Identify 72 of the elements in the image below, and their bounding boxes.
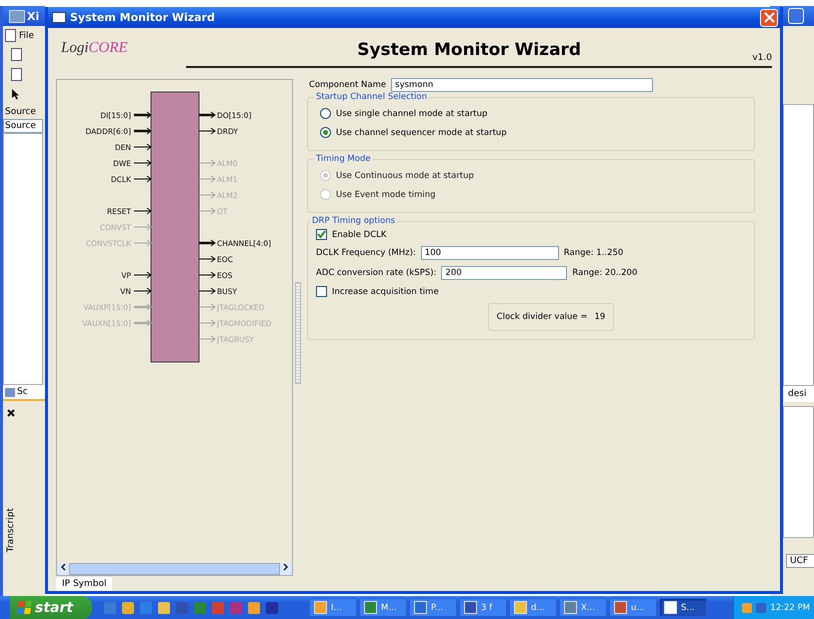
program-icon (464, 601, 477, 614)
design-tab[interactable]: desi (784, 386, 814, 402)
tray-icon[interactable] (742, 602, 752, 612)
sources-tab[interactable]: Sc (17, 387, 28, 397)
taskbar-button[interactable]: u... (609, 598, 657, 617)
program-icon (414, 601, 427, 614)
windows-flag-icon (17, 601, 32, 614)
program-icon (564, 601, 577, 614)
version-label: v1.0 (752, 53, 772, 65)
radio-option[interactable]: Use single channel mode at startup (320, 108, 742, 119)
source-dropdown[interactable]: Source (3, 119, 43, 133)
window-icon (52, 12, 66, 23)
pointer-icon[interactable] (11, 88, 20, 100)
logo: LogiCORE (61, 40, 128, 57)
taskbar-button[interactable]: S... (659, 598, 707, 617)
taskbar-button[interactable]: P... (409, 598, 457, 617)
field-label: DCLK Frequency (MHz): (316, 248, 416, 258)
range-label: Range: 20..200 (572, 268, 638, 278)
number-field[interactable]: 200 (441, 266, 568, 280)
field-label: Component Name (309, 80, 386, 90)
ucf-tab[interactable]: UCF (786, 554, 814, 568)
radio-icon[interactable] (320, 127, 331, 138)
clock-divider-value: 19 (594, 312, 606, 322)
close-icon[interactable] (7, 409, 15, 417)
program-icon (664, 601, 677, 614)
maximize-button[interactable] (788, 8, 804, 24)
group-title: Timing Mode (315, 154, 372, 164)
launcher-icon[interactable] (248, 602, 260, 614)
radio-option[interactable]: Use channel sequencer mode at startup (320, 127, 742, 138)
program-icon (314, 601, 327, 614)
taskbar-button[interactable]: X... (559, 598, 607, 617)
launcher-icon[interactable] (122, 602, 134, 614)
menu-item[interactable]: File (19, 30, 34, 40)
document-icon[interactable] (5, 29, 16, 42)
window-title: Xi (27, 10, 40, 22)
start-button[interactable]: start (10, 596, 92, 619)
radio-icon[interactable] (320, 108, 331, 119)
app-icon (9, 10, 25, 22)
tray-icon[interactable] (756, 602, 766, 612)
close-button[interactable] (760, 8, 778, 26)
check-icon (317, 230, 326, 239)
launcher-icon[interactable] (158, 602, 170, 614)
new-file-icon[interactable] (11, 48, 22, 61)
horizontal-scrollbar[interactable] (57, 563, 292, 575)
taskbar-button[interactable]: M... (359, 598, 407, 617)
transcript-label: Transcript (6, 508, 16, 552)
range-label: Range: 1..250 (564, 248, 624, 258)
wizard-heading: System Monitor Wizard (356, 40, 582, 62)
group-title: Startup Channel Selection (315, 92, 428, 102)
launcher-icon[interactable] (140, 602, 152, 614)
splitter-handle[interactable] (295, 282, 301, 384)
program-icon (364, 601, 377, 614)
taskbar-button[interactable]: I... (309, 598, 357, 617)
checkbox[interactable]: Increase acquisition time (316, 286, 746, 297)
close-icon (764, 12, 774, 23)
launcher-icon[interactable] (176, 602, 188, 614)
launcher-icon[interactable] (266, 602, 278, 614)
panel-label: Source (4, 106, 37, 119)
properties-icon[interactable] (11, 68, 22, 81)
ip-symbol-tab[interactable]: IP Symbol (56, 577, 112, 591)
checkbox[interactable]: Enable DCLK (316, 229, 746, 240)
program-icon (514, 601, 527, 614)
group-title: DRP Timing options (311, 216, 396, 226)
field-label: ADC conversion rate (kSPS): (316, 268, 436, 278)
number-field[interactable]: 100 (420, 246, 559, 260)
window-title: System Monitor Wizard (70, 11, 216, 24)
clock-divider-label: Clock divider value = (496, 312, 588, 322)
clock: 12:22 PM (770, 602, 810, 612)
component-name-field[interactable]: sysmonn (391, 78, 654, 92)
taskbar-button[interactable]: 3 f (459, 598, 507, 617)
program-icon (614, 601, 627, 614)
taskbar-button[interactable]: d... (509, 598, 557, 617)
